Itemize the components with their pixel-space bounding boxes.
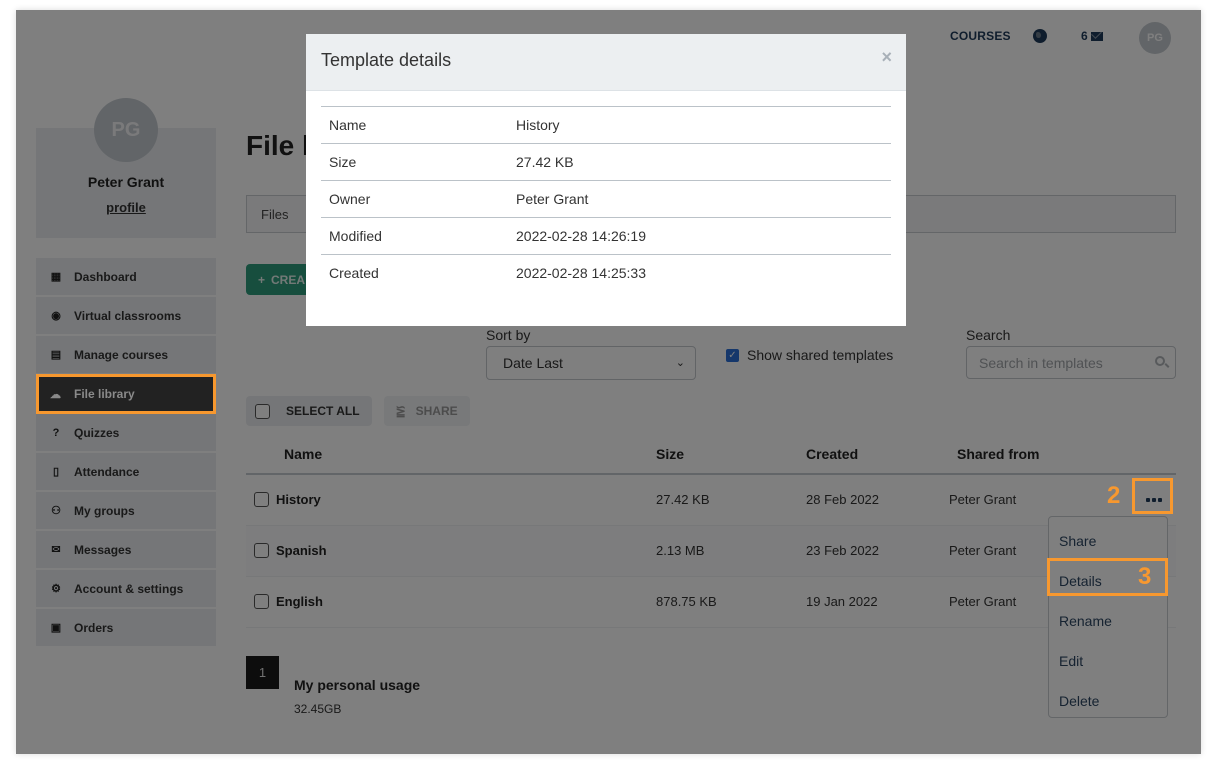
modal-header: Template details × — [306, 34, 906, 91]
detail-row-name: Name History — [321, 107, 891, 144]
detail-key: Name — [329, 117, 367, 133]
detail-key: Created — [329, 265, 379, 281]
cloud-upload-icon: ☁ — [50, 388, 61, 401]
detail-value: Peter Grant — [516, 191, 589, 207]
detail-value: History — [516, 117, 560, 133]
browser-page: COURSES 6 PG PG Peter Grant profile ▦ Da… — [16, 10, 1201, 754]
detail-key: Owner — [329, 191, 371, 207]
detail-value: 27.42 KB — [516, 154, 574, 170]
detail-key: Size — [329, 154, 357, 170]
close-icon[interactable]: × — [881, 47, 892, 68]
annotation-number-3: 3 — [1138, 563, 1152, 590]
annotation-number-2: 2 — [1107, 482, 1121, 509]
detail-row-size: Size 27.42 KB — [321, 144, 891, 181]
highlighted-file-library-item[interactable]: ☁ File library — [39, 377, 213, 411]
template-details-modal: Template details × Name History Size 27.… — [306, 34, 906, 326]
detail-key: Modified — [329, 228, 382, 244]
detail-row-created: Created 2022-02-28 14:25:33 — [321, 255, 891, 292]
modal-title: Template details — [321, 50, 452, 70]
sidebar-item-label: File library — [74, 387, 135, 401]
details-table: Name History Size 27.42 KB Owner Peter G… — [321, 106, 891, 292]
detail-row-modified: Modified 2022-02-28 14:26:19 — [321, 218, 891, 255]
detail-row-owner: Owner Peter Grant — [321, 181, 891, 218]
detail-value: 2022-02-28 14:26:19 — [516, 228, 646, 244]
detail-value: 2022-02-28 14:25:33 — [516, 265, 646, 281]
